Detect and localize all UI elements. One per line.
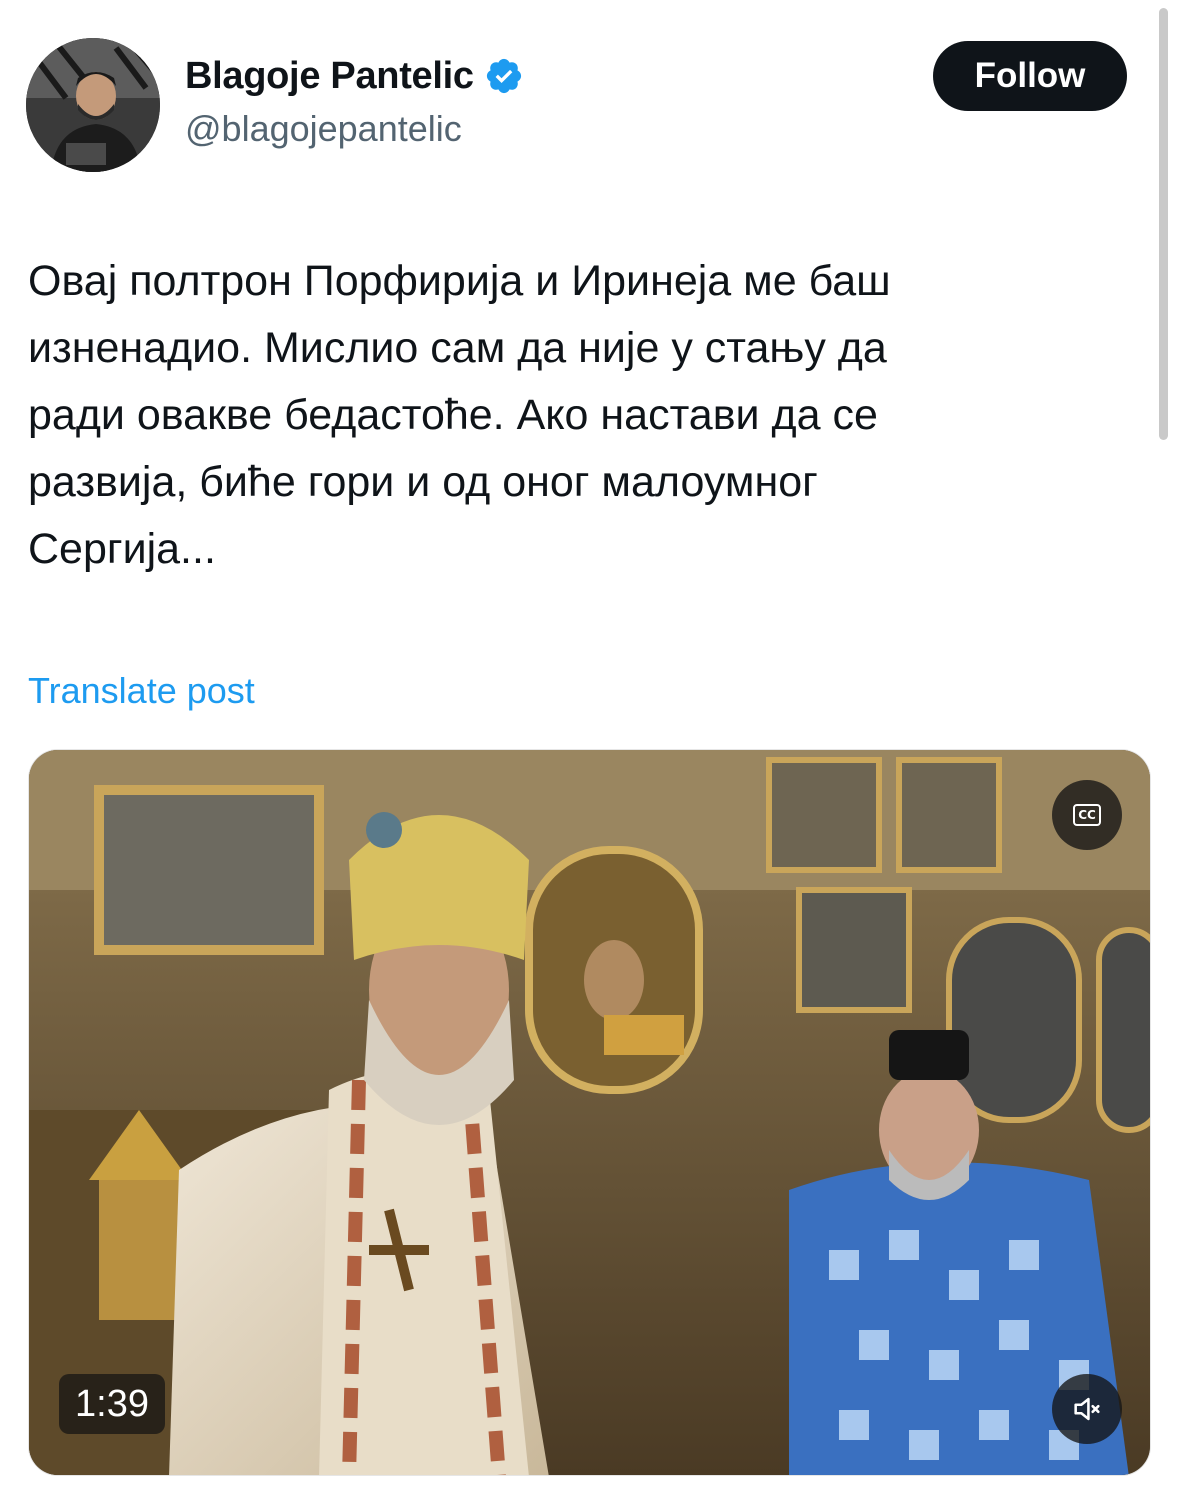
display-name[interactable]: Blagoje Pantelic [185, 55, 474, 98]
closed-captions-button[interactable]: CC [1052, 780, 1122, 850]
user-name-row: Blagoje Pantelic [185, 50, 524, 102]
verified-badge-icon [486, 58, 521, 94]
post-text-line: ради овакве бедастоће. Ако настави да се [28, 391, 878, 439]
post-text-line: Сергија... [28, 525, 216, 573]
user-handle[interactable]: @blagojepantelic [185, 108, 462, 150]
volume-muted-icon [1074, 1397, 1100, 1421]
post-text-line: Овај полтрон Порфирија и Иринеја ме баш [28, 257, 891, 305]
avatar[interactable] [26, 38, 160, 172]
post-text-line: изненадио. Мислио сам да није у стању да [28, 324, 887, 372]
translate-post-link[interactable]: Translate post [28, 670, 255, 712]
closed-captions-icon: CC [1073, 804, 1101, 826]
post-text-line: развија, биће гори и од оног малоумног [28, 458, 818, 506]
scrollbar[interactable] [1159, 8, 1168, 440]
video-player[interactable]: CC 1:39 [28, 749, 1151, 1476]
video-duration: 1:39 [59, 1374, 165, 1434]
video-thumbnail [29, 750, 1150, 1475]
follow-button[interactable]: Follow [933, 41, 1127, 111]
mute-button[interactable] [1052, 1374, 1122, 1444]
profile-photo-icon [26, 38, 160, 172]
post-text: Овај полтрон Порфирија и Иринеја ме баш … [28, 248, 1138, 583]
